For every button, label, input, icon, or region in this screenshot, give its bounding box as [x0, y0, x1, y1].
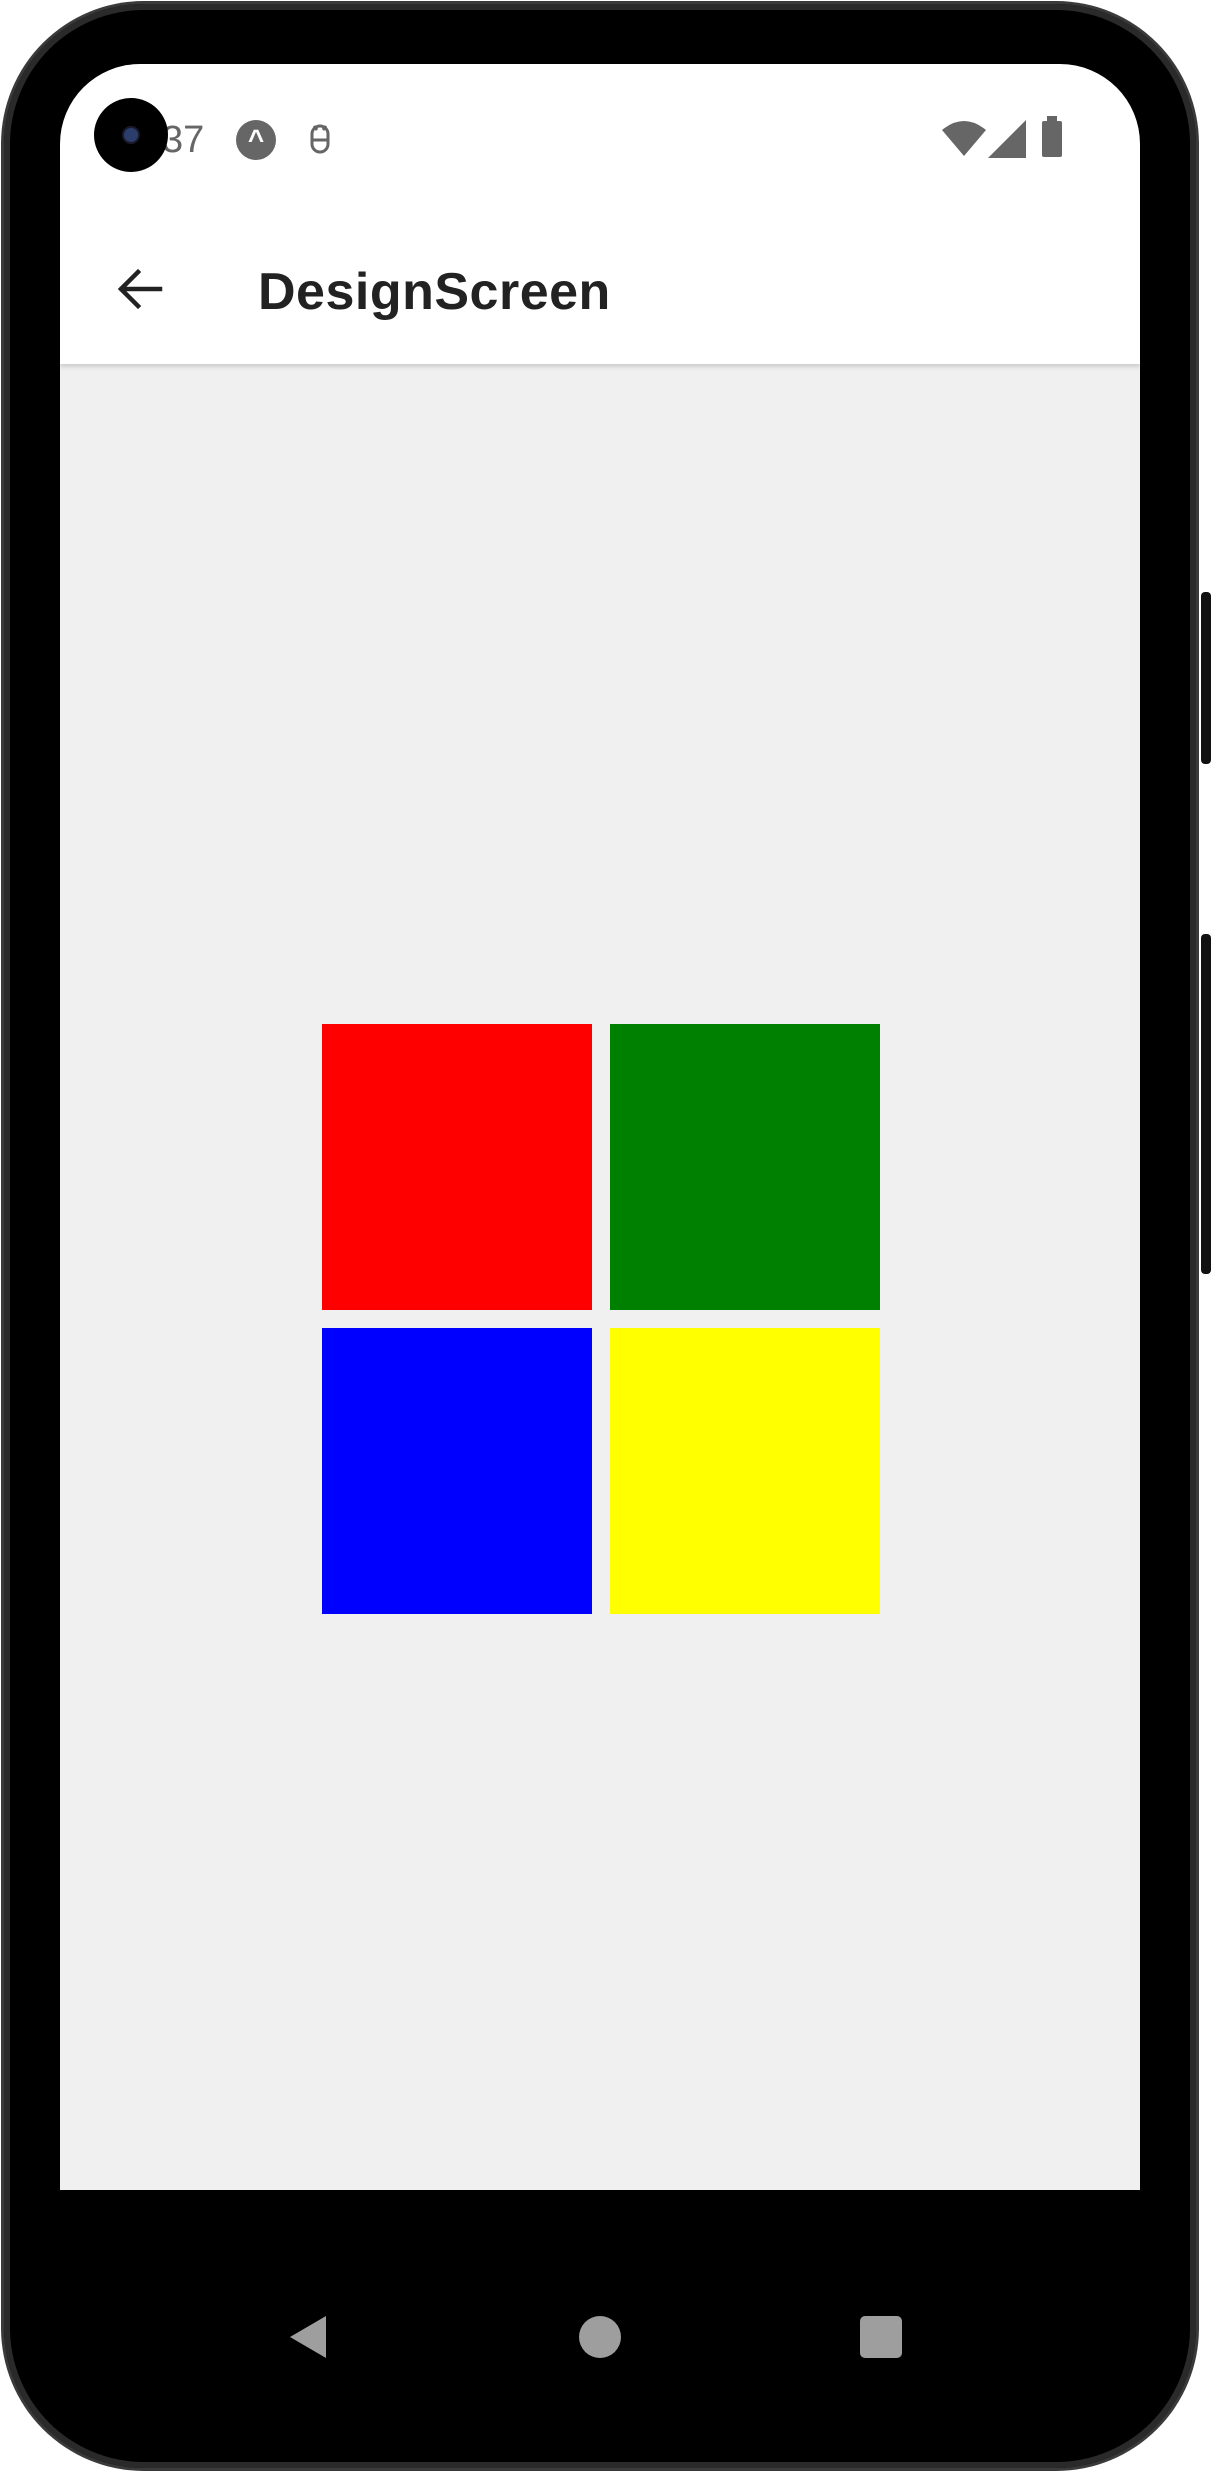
status-time: 37	[162, 119, 205, 161]
battery-icon	[1040, 116, 1064, 160]
navigation-bar	[60, 2272, 1140, 2402]
expo-go-icon: ^	[236, 120, 276, 160]
android-debug-icon	[300, 120, 340, 160]
cell-signal-icon	[988, 120, 1026, 158]
yellow-tile	[610, 1328, 880, 1614]
page-title: DesignScreen	[258, 263, 611, 321]
wifi-icon	[942, 120, 986, 160]
back-button[interactable]	[100, 249, 180, 329]
arrow-left-icon	[117, 268, 163, 310]
camera-lens	[124, 128, 138, 142]
nav-home-icon[interactable]	[579, 2316, 621, 2358]
power-button	[1201, 592, 1211, 764]
blue-tile	[322, 1328, 592, 1614]
app-bar: DesignScreen	[60, 214, 1140, 364]
status-bar: 37 ^	[60, 64, 1140, 214]
front-camera	[94, 98, 168, 172]
volume-button	[1201, 934, 1211, 1274]
phone-frame: 37 ^ DesignScreen	[0, 0, 1211, 2474]
nav-recents-icon[interactable]	[860, 2316, 902, 2358]
green-tile	[610, 1024, 880, 1310]
nav-back-icon[interactable]	[286, 2314, 332, 2360]
red-tile	[322, 1024, 592, 1310]
nav-bar-spacer	[60, 2190, 1140, 2272]
content-area	[60, 364, 1140, 2190]
screen: 37 ^ DesignScreen	[60, 64, 1140, 2272]
